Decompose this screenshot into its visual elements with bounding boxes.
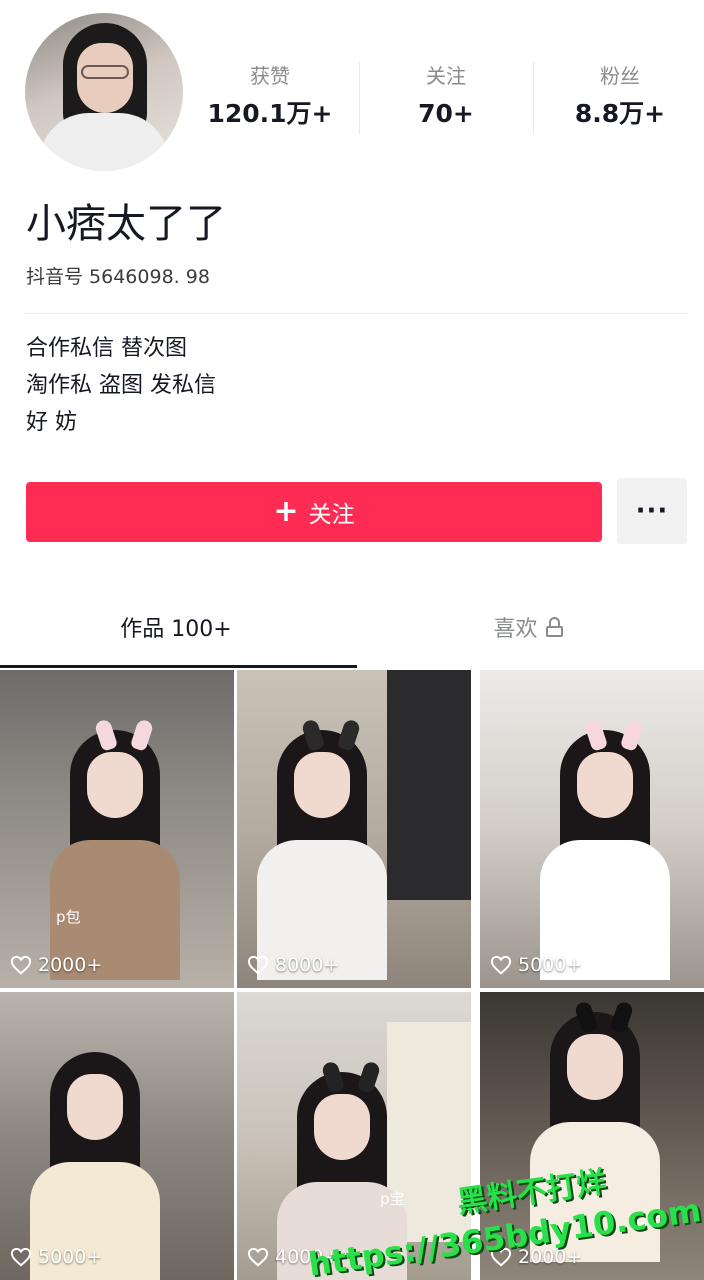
heart-icon xyxy=(490,955,512,975)
tab-likes[interactable]: 喜欢 xyxy=(352,595,704,659)
video-like-count: 5000+ xyxy=(490,954,582,976)
divider xyxy=(26,313,686,314)
bio-line: 淘作私 盗图 发私信 xyxy=(26,373,216,398)
profile-nickname: 小痞太了了 xyxy=(26,201,226,247)
follow-label: 关注 xyxy=(308,502,355,528)
stat-followers[interactable]: 粉丝 8.8万+ xyxy=(535,62,704,132)
avatar[interactable] xyxy=(25,13,183,171)
stat-following-value: 70+ xyxy=(418,99,474,128)
more-options-button[interactable]: ··· xyxy=(617,478,687,544)
tab-active-indicator xyxy=(0,665,357,668)
profile-bio: 合作私信 替次图 淘作私 盗图 发私信 好 妨 xyxy=(26,332,686,443)
video-like-count: 2000+ xyxy=(10,954,102,976)
stat-following[interactable]: 关注 70+ xyxy=(361,62,531,132)
avatar-glasses xyxy=(81,65,129,79)
video-thumbnail[interactable]: 5000+ xyxy=(480,670,704,988)
stat-followers-value: 8.8万+ xyxy=(574,99,666,128)
stat-following-label: 关注 xyxy=(426,64,466,88)
heart-icon xyxy=(10,1247,32,1267)
video-overlay-text: p包 xyxy=(56,908,81,926)
stat-likes[interactable]: 获赞 120.1万+ xyxy=(185,62,355,132)
plus-icon: + xyxy=(273,494,299,529)
heart-icon xyxy=(10,955,32,975)
douyin-id[interactable]: 抖音号 5646098. 98 xyxy=(26,263,210,291)
tab-likes-label: 喜欢 xyxy=(493,617,538,642)
bio-line: 合作私信 替次图 xyxy=(26,336,187,361)
heart-icon xyxy=(247,955,269,975)
profile-stats: 获赞 120.1万+ 关注 70+ 粉丝 8.8万+ xyxy=(183,62,704,140)
video-like-count: 8000+ xyxy=(247,954,339,976)
video-thumbnail[interactable]: 2000+ p包 xyxy=(0,670,234,988)
tab-works-label: 作品 100+ xyxy=(120,617,232,642)
stat-likes-value: 120.1万+ xyxy=(207,99,333,128)
lock-icon xyxy=(545,617,563,637)
avatar-shirt xyxy=(39,113,169,171)
stat-divider xyxy=(533,62,534,134)
video-thumbnail[interactable]: 5000+ xyxy=(0,992,234,1280)
stat-followers-label: 粉丝 xyxy=(600,64,640,88)
profile-tabs: 作品 100+ 喜欢 xyxy=(0,595,704,667)
stat-likes-label: 获赞 xyxy=(250,64,290,88)
tab-works[interactable]: 作品 100+ xyxy=(0,595,352,659)
follow-button[interactable]: + 关注 xyxy=(26,482,602,542)
stat-divider xyxy=(359,62,360,134)
video-thumbnail[interactable]: 8000+ xyxy=(237,670,471,988)
heart-icon xyxy=(247,1247,269,1267)
video-like-count: 5000+ xyxy=(10,1246,102,1268)
bio-line: 好 妨 xyxy=(26,410,77,435)
